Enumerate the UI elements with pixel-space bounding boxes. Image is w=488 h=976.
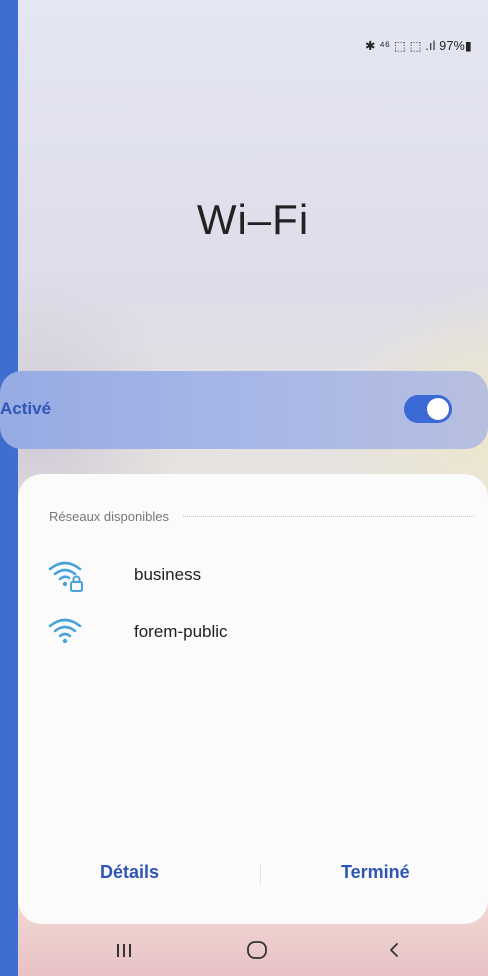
- wifi-icon: [46, 612, 86, 652]
- networks-sheet: Réseaux disponibles business forem-publi…: [18, 474, 488, 924]
- network-name: forem-public: [134, 622, 228, 641]
- wifi-toggle-label: Activé: [0, 399, 52, 418]
- section-title: Réseaux disponibles: [49, 508, 169, 524]
- section-divider: [182, 515, 474, 517]
- switch-knob: [427, 398, 449, 420]
- status-bar: ✱ ⁴⁶ ⬚ ⬚ .ıl 97%▮: [365, 38, 472, 53]
- wifi-locked-icon: [46, 555, 86, 595]
- section-header: Réseaux disponibles: [49, 508, 474, 524]
- network-item-business[interactable]: business: [46, 555, 466, 595]
- wifi-toggle-switch[interactable]: [404, 395, 452, 423]
- network-name: business: [134, 565, 202, 584]
- wifi-toggle-card[interactable]: Activé: [0, 371, 488, 449]
- home-icon[interactable]: [245, 936, 269, 964]
- page-title: Wi–Fi: [196, 196, 310, 243]
- network-item-forem-public[interactable]: forem-public: [46, 612, 466, 652]
- button-divider: [260, 864, 261, 884]
- navigation-bar: [18, 924, 488, 976]
- done-button[interactable]: Terminé: [341, 862, 410, 883]
- details-button[interactable]: Détails: [100, 862, 159, 883]
- phone-screen: ✱ ⁴⁶ ⬚ ⬚ .ıl 97%▮ Wi–Fi Réseaux disponib…: [18, 0, 488, 976]
- back-icon[interactable]: [384, 936, 404, 964]
- recents-icon[interactable]: [114, 936, 134, 964]
- status-icons: ✱ ⁴⁶ ⬚ ⬚ .ıl 97%▮: [365, 39, 472, 53]
